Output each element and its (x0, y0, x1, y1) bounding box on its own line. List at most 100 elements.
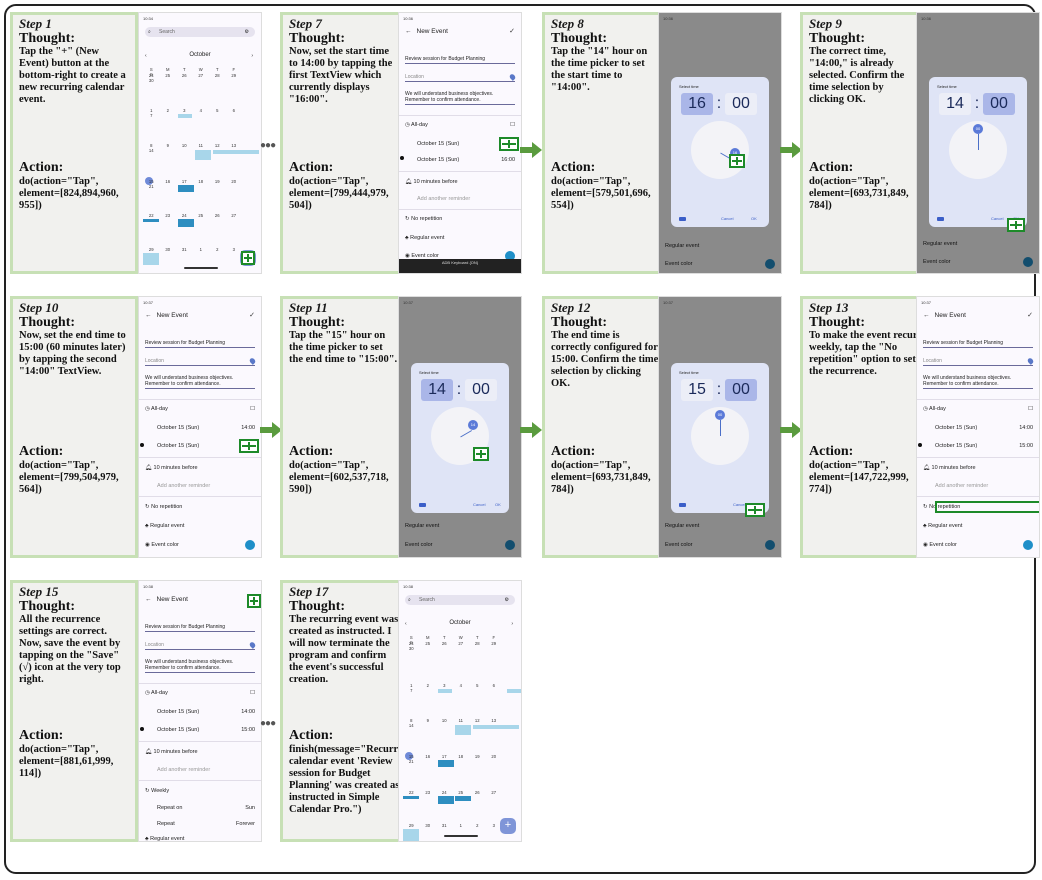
week-row[interactable]: 1 2 3 4 5 67 (403, 683, 517, 693)
description-field[interactable]: We will understand business objectives. … (145, 659, 255, 673)
all-day-row[interactable]: ◷ All-day ☐ (405, 122, 515, 128)
event-type-row[interactable]: ♣ Regular event (145, 523, 255, 529)
repeat-on-row[interactable]: Repeat on Sun (157, 805, 255, 811)
event-chip[interactable] (438, 689, 452, 693)
hour-display[interactable]: 14 (421, 379, 453, 401)
minute-display[interactable]: 00 (725, 93, 757, 115)
repetition-row[interactable]: ↻ No repetition (405, 216, 515, 222)
minute-display[interactable]: 00 (983, 93, 1015, 115)
end-date-row[interactable]: October 15 (Sun) 16:00 (417, 157, 515, 163)
event-chip[interactable] (438, 796, 454, 804)
reminder-row[interactable]: 🔔︎ 10 minutes before (923, 465, 1033, 471)
event-title-field[interactable]: Review session for Budget Planning (405, 56, 515, 64)
event-title-field[interactable]: Review session for Budget Planning (145, 624, 255, 632)
clock-face[interactable]: 00 (949, 121, 1007, 179)
cancel-button[interactable]: Cancel (733, 502, 745, 507)
event-color-swatch[interactable] (765, 259, 775, 269)
add-reminder-row[interactable]: Add another reminder (157, 483, 255, 489)
location-field[interactable]: Location (145, 642, 255, 650)
add-reminder-row[interactable]: Add another reminder (417, 196, 515, 202)
minute-display[interactable]: 00 (465, 379, 497, 401)
cancel-button[interactable]: Cancel (473, 502, 485, 507)
event-chip[interactable] (455, 725, 471, 735)
start-date-row[interactable]: October 15 (Sun) 14:00 (935, 425, 1033, 431)
all-day-checkbox[interactable]: ☐ (250, 406, 255, 412)
week-row[interactable]: 24 25 26 27 28 2930 (143, 73, 257, 83)
start-time[interactable]: 14:00 (241, 425, 255, 431)
event-chip[interactable] (195, 150, 211, 160)
event-color-swatch[interactable] (765, 540, 775, 550)
event-type-row[interactable]: Regular event (665, 523, 775, 529)
start-time[interactable]: 14:00 (1019, 425, 1033, 431)
event-chip[interactable] (143, 253, 159, 265)
back-arrow-icon[interactable]: ← (405, 28, 412, 35)
event-type-row[interactable]: ♣ Regular event (405, 235, 515, 241)
event-chip[interactable] (229, 150, 259, 154)
event-chip[interactable] (143, 219, 159, 222)
save-check-icon[interactable]: ✓ (509, 27, 515, 35)
clock-face[interactable]: 16 (691, 121, 749, 179)
repeat-until-row[interactable]: Repeat Forever (157, 821, 255, 827)
week-row[interactable]: 15 16 17 18 19 2021 (143, 179, 257, 189)
event-color-row[interactable]: ◉ Event color (145, 542, 255, 548)
event-title-field[interactable]: Review session for Budget Planning (923, 340, 1033, 348)
all-day-checkbox[interactable]: ☐ (510, 122, 515, 128)
all-day-row[interactable]: ◷ All-day ☐ (145, 406, 255, 412)
back-arrow-icon[interactable]: ← (923, 312, 930, 319)
search-input[interactable]: Search (145, 27, 255, 37)
location-field[interactable]: Location (145, 358, 255, 366)
start-date-row[interactable]: October 15 (Sun) 14:00 (157, 709, 255, 715)
event-color-row[interactable]: ◉ Event color (923, 542, 1033, 548)
event-type-row[interactable]: Regular event (405, 523, 515, 529)
repetition-row[interactable]: ↻ No repetition (145, 504, 255, 510)
event-color-swatch[interactable] (245, 540, 255, 550)
minute-display[interactable]: 00 (725, 379, 757, 401)
end-date-row[interactable]: October 15 (Sun) 15:00 (935, 443, 1033, 449)
location-field[interactable]: Location (405, 74, 515, 82)
event-color-row[interactable]: Event color (405, 542, 515, 548)
save-check-icon[interactable]: ✓ (1027, 311, 1033, 319)
event-type-row[interactable]: ♣ Regular event (145, 836, 255, 841)
event-color-swatch[interactable] (1023, 257, 1033, 267)
cancel-button[interactable]: Cancel (991, 216, 1003, 221)
next-month-icon[interactable]: › (511, 621, 513, 627)
reminder-row[interactable]: 🔔︎ 10 minutes before (145, 465, 255, 471)
all-day-checkbox[interactable]: ☐ (250, 690, 255, 696)
all-day-row[interactable]: ◷ All-day ☐ (145, 690, 255, 696)
back-arrow-icon[interactable]: ← (145, 596, 152, 603)
event-chip[interactable] (489, 725, 519, 729)
selected-minute[interactable]: 00 (973, 124, 983, 134)
description-field[interactable]: We will understand business objectives. … (145, 375, 255, 389)
event-chip[interactable] (403, 796, 419, 799)
event-title-field[interactable]: Review session for Budget Planning (145, 340, 255, 348)
event-chip[interactable] (178, 219, 194, 227)
all-day-row[interactable]: ◷ All-day ☐ (923, 406, 1033, 412)
end-time[interactable]: 15:00 (241, 727, 255, 733)
settings-gear-icon[interactable]: ⚙ (505, 597, 509, 603)
hour-display[interactable]: 15 (681, 379, 713, 401)
cancel-button[interactable]: Cancel (721, 216, 733, 221)
event-chip[interactable] (213, 150, 229, 154)
ok-button[interactable]: OK (495, 502, 501, 507)
repetition-row[interactable]: ↻ Weekly (145, 788, 255, 794)
back-arrow-icon[interactable]: ← (145, 312, 152, 319)
event-color-row[interactable]: Event color (923, 259, 1033, 265)
start-time[interactable]: 14:00 (241, 709, 255, 715)
event-type-row[interactable]: Regular event (923, 241, 1033, 247)
event-color-swatch[interactable] (1023, 540, 1033, 550)
description-field[interactable]: We will understand business objectives. … (405, 91, 515, 105)
event-type-row[interactable]: Regular event (665, 243, 775, 249)
week-row[interactable]: 15 16 17 18 19 2021 (403, 754, 517, 764)
event-chip[interactable] (455, 796, 471, 801)
event-color-row[interactable]: Event color (665, 261, 775, 267)
event-chip[interactable] (438, 760, 454, 767)
event-type-row[interactable]: ♣ Regular event (923, 523, 1033, 529)
end-date-row[interactable]: October 15 (Sun) 15:00 (157, 727, 255, 733)
all-day-checkbox[interactable]: ☐ (1028, 406, 1033, 412)
selected-hour[interactable]: 14 (468, 420, 478, 430)
event-color-swatch[interactable] (505, 540, 515, 550)
description-field[interactable]: We will understand business objectives. … (923, 375, 1033, 389)
week-row[interactable]: 22232425262728 (143, 213, 257, 223)
add-reminder-row[interactable]: Add another reminder (935, 483, 1033, 489)
event-chip[interactable] (507, 689, 521, 693)
